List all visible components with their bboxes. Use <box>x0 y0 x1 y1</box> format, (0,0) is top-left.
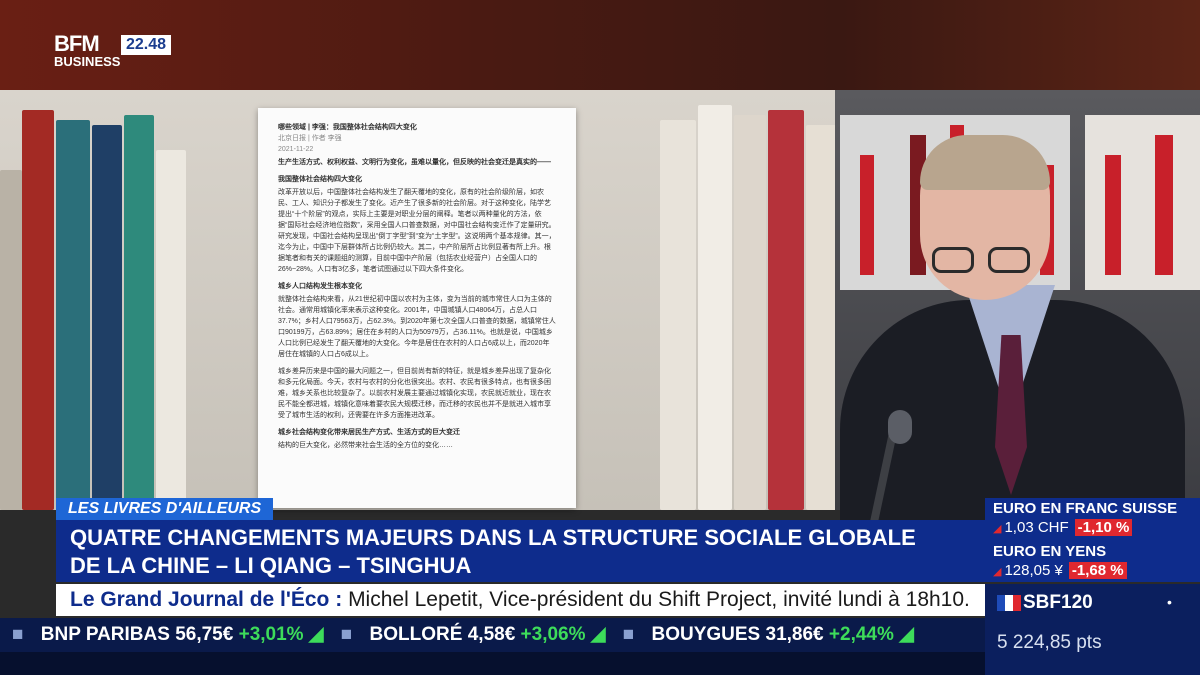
headline-banner: QUATRE CHANGEMENTS MAJEURS DANS LA STRUC… <box>56 520 986 582</box>
book-page-document: 哪些领域 | 李强：我国整体社会结构四大变化 北京日报 | 作者 李强 2021… <box>258 108 576 508</box>
microphone-icon <box>888 410 912 444</box>
ticker-separator-icon: ■ <box>622 624 635 645</box>
glasses-icon <box>932 247 1042 275</box>
ticker-name: BNP PARIBAS <box>40 624 170 645</box>
stock-ticker: ■ BNP PARIBAS 56,75€ +3,01% ◢ ■ BOLLORÉ … <box>0 618 985 652</box>
presenter-hair <box>920 135 1050 190</box>
up-arrow-icon: ◢ <box>590 624 606 645</box>
down-arrow-icon: ◢ <box>993 566 1002 578</box>
down-arrow-icon: ◢ <box>993 523 1002 535</box>
headline-line-1: QUATRE CHANGEMENTS MAJEURS DANS LA STRUC… <box>70 525 916 550</box>
doc-meta-date: 2021-11-22 <box>278 146 314 153</box>
doc-paragraph-1: 改革开放以后，中国整体社会结构发生了翻天覆地的变化，原有的社会阶级阶层，如农民、… <box>278 189 556 273</box>
logo-bfm-text: BFM <box>54 31 100 56</box>
fx-change: -1,10 % <box>1074 519 1133 536</box>
program-text: Michel Lepetit, Vice-président du Shift … <box>348 588 970 611</box>
doc-paragraph-4: 结构的巨大变化，必然带来社会生活的全方位的变化…… <box>278 442 453 449</box>
studio-backdrop-top <box>0 0 1200 90</box>
fx-value: 128,05 ¥ <box>1004 562 1063 579</box>
fx-title: EURO EN FRANC SUISSE <box>993 500 1178 517</box>
doc-heading-2: 城乡人口结构发生根本变化 <box>278 283 362 290</box>
dot-icon: • <box>1167 594 1172 610</box>
program-label: Le Grand Journal de l'Éco : <box>70 588 343 611</box>
france-flag-icon <box>997 595 1021 611</box>
ticker-price: 56,75€ <box>175 624 234 645</box>
ticker-price: 31,86€ <box>765 624 824 645</box>
fx-panel: EURO EN FRANC SUISSE ◢ 1,03 CHF -1,10 % EU… <box>985 498 1200 582</box>
index-name: SBF120 <box>1023 592 1093 613</box>
presenter <box>840 135 1200 530</box>
ticker-change: +3,06% <box>520 624 586 645</box>
ticker-separator-icon: ■ <box>12 624 24 645</box>
doc-intro: 生产生活方式、权利权益、文明行为变化，虽难以量化，但反映的社会变迁是真实的—— <box>278 159 551 166</box>
index-value: 5 224,85 pts <box>997 632 1102 653</box>
fx-title: EURO EN YENS <box>993 543 1107 560</box>
ticker-separator-icon: ■ <box>340 624 353 645</box>
section-tag: LES LIVRES D'AILLEURS <box>56 498 274 520</box>
fx-item: EURO EN FRANC SUISSE ◢ 1,03 CHF -1,10 % <box>985 498 1200 541</box>
channel-logo: BFM BUSINESS <box>54 33 120 69</box>
up-arrow-icon: ◢ <box>899 624 914 645</box>
index-panel: SBF120 • 5 224,85 pts <box>985 584 1200 675</box>
ticker-price: 4,58€ <box>467 624 516 645</box>
doc-paragraph-2: 就整体社会结构来看，从21世纪初中国以农村为主体，变为当前的城市常住人口为主体的… <box>278 296 556 358</box>
headline-line-2: DE LA CHINE – LI QIANG – TSINGHUA <box>70 553 472 578</box>
doc-heading-3: 城乡社会结构变化带来居民生产方式、生活方式的巨大变迁 <box>278 429 460 436</box>
fx-value: 1,03 CHF <box>1004 519 1069 536</box>
broadcast-frame: 哪些领域 | 李强：我国整体社会结构四大变化 北京日报 | 作者 李强 2021… <box>0 0 1200 675</box>
ticker-name: BOUYGUES <box>651 624 761 645</box>
logo-business-text: BUSINESS <box>54 54 121 69</box>
doc-heading-1: 我国整体社会结构四大变化 <box>278 176 362 183</box>
ticker-footer <box>0 652 985 675</box>
doc-header: 哪些领域 | 李强：我国整体社会结构四大变化 <box>278 124 417 131</box>
ticker-change: +2,44% <box>828 624 894 645</box>
doc-paragraph-3: 城乡差异历来是中国的最大问题之一，但目前尚有新的特征，就是城乡差异出现了复杂化和… <box>278 368 551 419</box>
fx-change: -1,68 % <box>1068 562 1127 579</box>
program-announcement: Le Grand Journal de l'Éco : Michel Lepet… <box>56 584 986 616</box>
doc-meta-source: 北京日报 | 作者 李强 <box>278 135 342 142</box>
ticker-change: +3,01% <box>238 624 304 645</box>
broadcast-clock: 22.48 <box>121 35 172 55</box>
fx-item: EURO EN YENS ◢ 128,05 ¥ -1,68 % <box>985 541 1200 584</box>
up-arrow-icon: ◢ <box>308 624 324 645</box>
ticker-name: BOLLORÉ <box>369 624 463 645</box>
